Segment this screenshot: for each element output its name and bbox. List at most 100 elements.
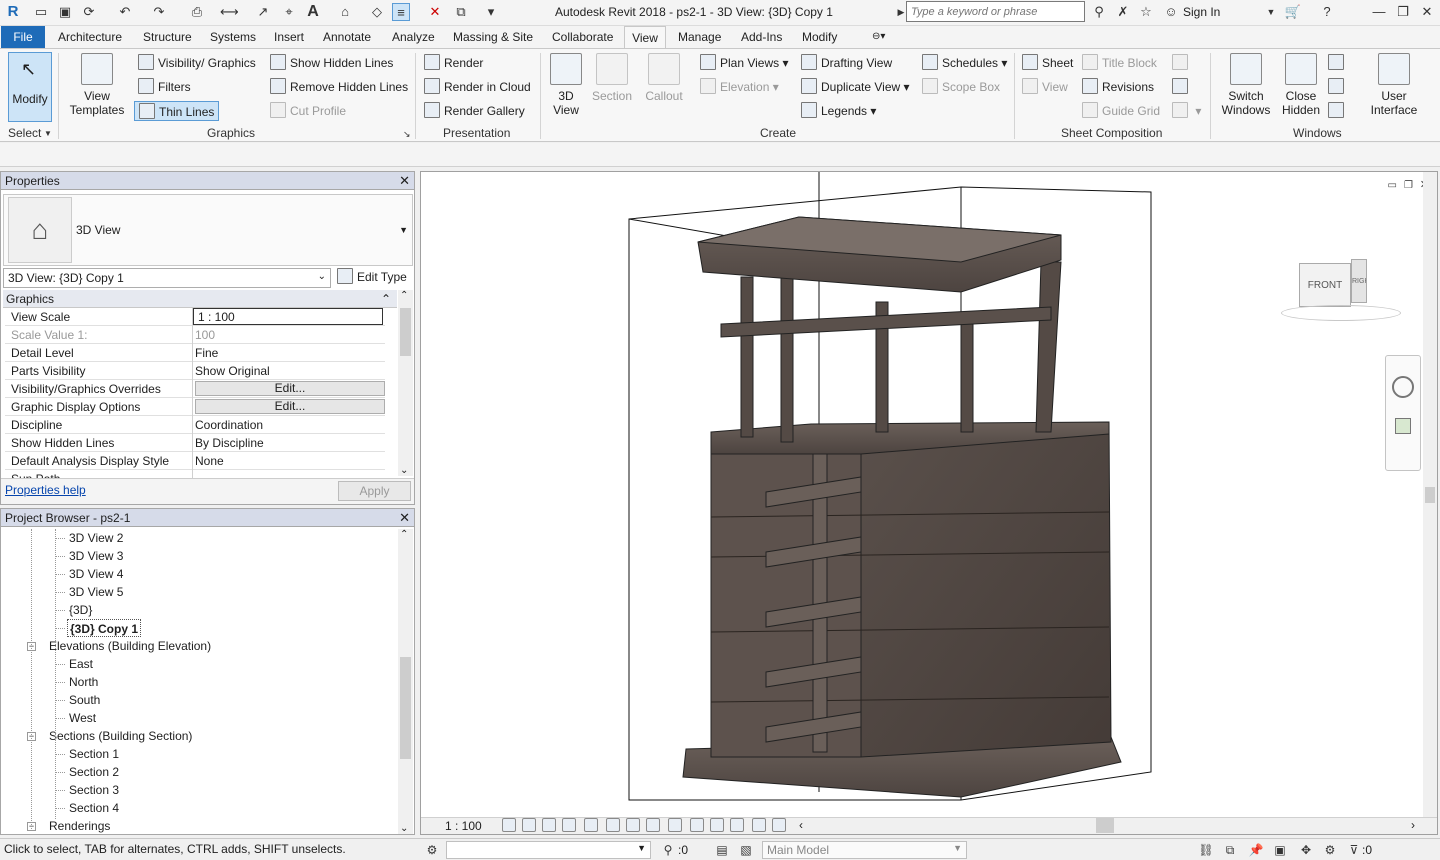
tab-collaborate[interactable]: Collaborate bbox=[552, 26, 613, 48]
modify-button[interactable]: ↖ Modify bbox=[8, 52, 52, 122]
scroll-right-icon[interactable]: › bbox=[1411, 818, 1415, 832]
view-restore-icon[interactable]: ❐ bbox=[1404, 180, 1413, 191]
detail-level-icon[interactable] bbox=[502, 818, 516, 832]
sign-in-link[interactable]: Sign In bbox=[1183, 5, 1220, 19]
show-hidden-lines-button[interactable]: Show Hidden Lines bbox=[270, 53, 393, 73]
reveal-hidden-icon[interactable] bbox=[690, 818, 704, 832]
filters-button[interactable]: Filters bbox=[138, 77, 191, 97]
shadows-icon[interactable] bbox=[562, 818, 576, 832]
section-button[interactable]: Section bbox=[590, 53, 634, 103]
cut-profile-button[interactable]: Cut Profile bbox=[270, 101, 346, 121]
thin-lines-qat-icon[interactable]: ≡ bbox=[392, 3, 410, 21]
property-row[interactable]: Default Analysis Display Style None bbox=[5, 452, 385, 470]
drag-elements-icon[interactable]: ✥ bbox=[1298, 843, 1314, 857]
editing-requests-icon[interactable]: ▤ bbox=[714, 843, 730, 857]
property-row[interactable]: Discipline Coordination bbox=[5, 416, 385, 434]
callout-button[interactable]: Callout bbox=[642, 53, 686, 103]
browser-tree-item[interactable]: {3D} Copy 1 bbox=[67, 619, 142, 637]
tile-windows-button[interactable] bbox=[1328, 101, 1348, 121]
instance-filter-dropdown[interactable]: 3D View: {3D} Copy 1 ⌄ bbox=[3, 268, 331, 288]
property-value[interactable]: 1 : 100 bbox=[193, 308, 383, 325]
browser-tree-item[interactable]: Section 1 bbox=[69, 745, 119, 763]
workset-dropdown[interactable]: ▼ bbox=[446, 841, 651, 859]
print-icon[interactable]: ⎙ bbox=[188, 3, 206, 21]
measure-icon[interactable]: ⟷ bbox=[220, 3, 239, 21]
sign-in-dropdown-icon[interactable]: ▼ bbox=[1262, 3, 1280, 21]
graphics-launcher-icon[interactable]: ↘ bbox=[403, 129, 411, 140]
select-dropdown-icon[interactable]: ▼ bbox=[44, 129, 52, 138]
restore-icon[interactable]: ❐ bbox=[1394, 3, 1412, 21]
browser-tree-item[interactable]: 3D View 4 bbox=[69, 565, 123, 583]
browser-tree-item[interactable]: South bbox=[69, 691, 100, 709]
close-hidden-button[interactable]: Close Hidden bbox=[1278, 53, 1324, 117]
render-button[interactable]: Render bbox=[424, 53, 483, 73]
tab-view[interactable]: View bbox=[624, 26, 666, 48]
3d-viewport[interactable]: FRONT RIGHT ▭ ❐ ✕ 1 : 100 ‹ › bbox=[420, 171, 1438, 835]
render-gallery-button[interactable]: Render Gallery bbox=[424, 101, 525, 121]
sun-path-icon[interactable] bbox=[542, 818, 556, 832]
properties-help-link[interactable]: Properties help bbox=[5, 483, 86, 497]
viewport-v-scrollbar[interactable] bbox=[1423, 172, 1437, 817]
property-value[interactable]: Show Original bbox=[195, 364, 270, 378]
matchline-button[interactable] bbox=[1172, 53, 1192, 73]
properties-close-icon[interactable]: ✕ bbox=[399, 172, 410, 190]
redo-icon[interactable]: ↷ bbox=[150, 3, 168, 21]
viewport-v-scroll-thumb[interactable] bbox=[1425, 487, 1435, 503]
remove-hidden-lines-button[interactable]: Remove Hidden Lines bbox=[270, 77, 408, 97]
collapse-icon[interactable]: ⌃ bbox=[381, 290, 391, 308]
customize-qat-icon[interactable]: ▾ bbox=[482, 3, 500, 21]
cascade-windows-button[interactable] bbox=[1328, 77, 1348, 97]
viewcube-compass[interactable] bbox=[1281, 305, 1401, 321]
switch-windows-qat-icon[interactable]: ⧉ bbox=[452, 3, 470, 21]
type-selector[interactable]: ⌂ 3D View ▼ bbox=[3, 194, 413, 266]
tab-manage[interactable]: Manage bbox=[678, 26, 721, 48]
browser-tree-item[interactable]: Sections (Building Section) bbox=[49, 727, 192, 745]
browser-tree-item[interactable]: 3D View 2 bbox=[69, 529, 123, 547]
view-templates-button[interactable]: View Templates bbox=[66, 53, 128, 117]
browser-tree-item[interactable]: North bbox=[69, 673, 98, 691]
render-in-cloud-button[interactable]: Render in Cloud bbox=[424, 77, 531, 97]
zoom-region-icon[interactable] bbox=[1395, 418, 1411, 434]
analytical-model-icon[interactable] bbox=[752, 818, 766, 832]
property-row[interactable]: Parts Visibility Show Original bbox=[5, 362, 385, 380]
revisions-button[interactable]: Revisions bbox=[1082, 77, 1154, 97]
filter-icon[interactable]: ⊽ bbox=[1346, 843, 1362, 857]
viewcube[interactable]: FRONT RIGHT bbox=[1281, 255, 1401, 325]
browser-tree-item[interactable]: 3D View 5 bbox=[69, 583, 123, 601]
replicate-window-button[interactable] bbox=[1328, 53, 1348, 73]
crop-view-icon[interactable] bbox=[606, 818, 620, 832]
worksets-icon[interactable]: ⚙ bbox=[424, 843, 440, 857]
browser-tree-item[interactable]: Section 2 bbox=[69, 763, 119, 781]
view-reference-button[interactable] bbox=[1172, 77, 1192, 97]
property-row[interactable]: Visibility/Graphics Overrides Edit... bbox=[5, 380, 385, 398]
apply-button[interactable]: Apply bbox=[338, 481, 411, 501]
properties-scroll-thumb[interactable] bbox=[400, 308, 411, 356]
properties-scrollbar[interactable]: ⌃ ⌄ bbox=[398, 290, 413, 476]
property-value[interactable]: 100 bbox=[195, 328, 215, 342]
sheet-button[interactable]: Sheet bbox=[1022, 53, 1073, 73]
browser-scroll-thumb[interactable] bbox=[400, 657, 411, 759]
property-value[interactable]: By Discipline bbox=[195, 436, 264, 450]
worksharing-display-icon[interactable] bbox=[730, 818, 744, 832]
3d-view-button[interactable]: 3D View bbox=[548, 53, 584, 117]
property-edit-button[interactable]: Edit... bbox=[195, 381, 385, 396]
filter-selection-icon[interactable]: ⚲ bbox=[660, 843, 676, 857]
property-value[interactable]: Coordination bbox=[195, 418, 263, 432]
default-3d-view-icon[interactable]: ⌂ bbox=[336, 3, 354, 21]
select-panel-label[interactable]: Select bbox=[8, 126, 41, 140]
design-options-icon[interactable]: ▧ bbox=[738, 843, 754, 857]
tab-add-ins[interactable]: Add-Ins bbox=[741, 26, 782, 48]
tab-systems[interactable]: Systems bbox=[210, 26, 256, 48]
cart-icon[interactable]: 🛒 bbox=[1284, 3, 1302, 21]
text-icon[interactable]: A bbox=[304, 3, 322, 21]
guide-grid-button[interactable]: Guide Grid bbox=[1082, 101, 1160, 121]
user-interface-button[interactable]: User Interface bbox=[1364, 53, 1424, 117]
tag-icon[interactable]: ⌖ bbox=[280, 3, 298, 21]
show-rendering-icon[interactable] bbox=[584, 818, 598, 832]
select-by-face-icon[interactable]: ▣ bbox=[1272, 843, 1288, 857]
steering-wheel-icon[interactable] bbox=[1392, 376, 1414, 398]
lock-view-icon[interactable] bbox=[646, 818, 660, 832]
browser-tree-item[interactable]: Section 3 bbox=[69, 781, 119, 799]
tab-massing-site[interactable]: Massing & Site bbox=[453, 26, 533, 48]
title-block-button[interactable]: Title Block bbox=[1082, 53, 1157, 73]
